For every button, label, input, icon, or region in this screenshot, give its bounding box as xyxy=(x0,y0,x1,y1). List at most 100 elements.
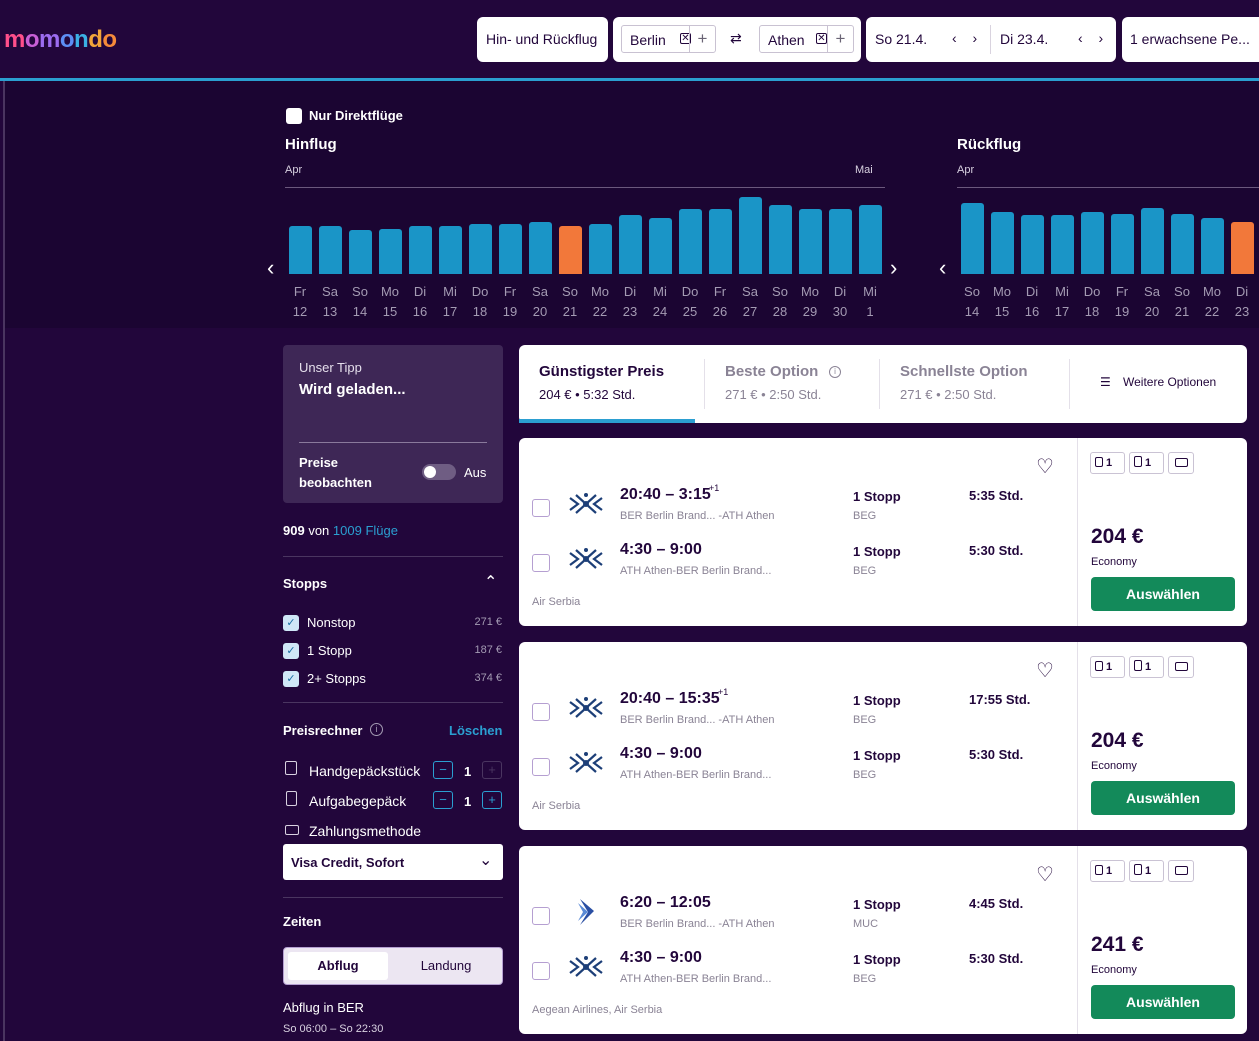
price-bar-18[interactable] xyxy=(469,224,492,274)
stop-filter-checkbox[interactable]: ✓ xyxy=(283,615,299,631)
checked-bag-label: Aufgabegepäck xyxy=(309,793,407,809)
return-date[interactable]: Di 23.4. xyxy=(1000,31,1048,47)
stop-filter-checkbox[interactable]: ✓ xyxy=(283,671,299,687)
checked-bag-icon[interactable]: 1 xyxy=(1129,656,1164,678)
flight-result-card[interactable]: 20:40 – 3:15 +1 BER Berlin Brand... -ATH A… xyxy=(519,438,1247,626)
checked-bag-icon[interactable]: 1 xyxy=(1129,860,1164,882)
remove-destination-icon[interactable]: ✕ xyxy=(816,33,827,44)
price-bar-13[interactable] xyxy=(319,226,342,274)
checked-bag-icon[interactable]: 1 xyxy=(1129,452,1164,474)
price-bar-12[interactable] xyxy=(289,226,312,274)
price-bar-21[interactable] xyxy=(1171,214,1194,274)
momondo-logo[interactable]: momondo xyxy=(4,26,117,54)
passengers-select[interactable]: 1 erwachsene Pe... xyxy=(1122,17,1259,62)
price-bar-16[interactable] xyxy=(1021,215,1044,274)
compare-checkbox[interactable] xyxy=(532,554,550,572)
day-number-label: 13 xyxy=(322,304,338,319)
count-total-link[interactable]: 1009 Flüge xyxy=(333,523,398,538)
flight-result-card[interactable]: 20:40 – 15:35 +1 BER Berlin Brand... -ATH … xyxy=(519,642,1247,830)
airline-logo xyxy=(566,544,606,574)
payment-select[interactable]: Visa Credit, Sofort ⌄ xyxy=(283,844,503,880)
return-date-nav-icon[interactable]: ‹ › xyxy=(1078,30,1109,46)
carry-on-decrement[interactable]: − xyxy=(433,761,453,779)
inbound-prev-icon[interactable]: ‹ xyxy=(939,255,946,281)
price-bar-14[interactable] xyxy=(961,203,984,274)
price-bar-14[interactable] xyxy=(349,230,372,274)
origin-chip[interactable]: Berlin ✕ + xyxy=(621,25,716,53)
price-watch-toggle[interactable] xyxy=(422,464,456,480)
payment-card-icon[interactable] xyxy=(1168,656,1194,678)
add-destination-icon[interactable]: + xyxy=(827,26,853,52)
active-tab-indicator xyxy=(519,419,695,423)
price-bar-19[interactable] xyxy=(499,224,522,274)
price-bar-24[interactable] xyxy=(649,218,672,274)
carry-on-bag-icon[interactable]: 1 xyxy=(1090,656,1125,678)
select-button[interactable]: Auswählen xyxy=(1091,781,1235,815)
price-bar-19[interactable] xyxy=(1111,214,1134,274)
direct-only-checkbox[interactable] xyxy=(286,108,302,124)
compare-checkbox[interactable] xyxy=(532,907,550,925)
compare-checkbox[interactable] xyxy=(532,758,550,776)
trip-type-label: Hin- und Rückflug xyxy=(486,31,598,47)
price-bar-16[interactable] xyxy=(409,226,432,274)
price-bar-30[interactable] xyxy=(829,209,852,274)
price-bar-17[interactable] xyxy=(439,226,462,274)
select-button[interactable]: Auswählen xyxy=(1091,577,1235,611)
trip-type-select[interactable]: Hin- und Rückflug xyxy=(477,17,608,62)
stop-filter-checkbox[interactable]: ✓ xyxy=(283,643,299,659)
price-bar-20[interactable] xyxy=(1141,208,1164,274)
checked-bag-increment[interactable]: + xyxy=(482,791,502,809)
depart-date-nav-icon[interactable]: ‹ › xyxy=(952,30,983,46)
price-bar-27[interactable] xyxy=(739,197,762,274)
outbound-via: MUC xyxy=(853,918,879,930)
payment-card-icon[interactable] xyxy=(1168,452,1194,474)
price-bar-22[interactable] xyxy=(589,224,612,274)
price-bar-28[interactable] xyxy=(769,205,792,274)
price-bar-23[interactable] xyxy=(619,215,642,274)
price-bar-15[interactable] xyxy=(991,212,1014,274)
price-bar-1[interactable] xyxy=(859,205,882,274)
more-options-button[interactable]: ☰ Weitere Optionen xyxy=(1070,345,1247,423)
swap-icon[interactable]: ⇄ xyxy=(730,30,742,47)
outbound-next-icon[interactable]: › xyxy=(890,255,897,281)
favorite-heart-icon[interactable]: ♡ xyxy=(1036,658,1054,683)
price-bar-20[interactable] xyxy=(529,222,552,274)
tab-depart[interactable]: Abflug xyxy=(288,952,388,980)
price-bar-17[interactable] xyxy=(1051,215,1074,274)
price-bar-18[interactable] xyxy=(1081,212,1104,274)
outbound-via: BEG xyxy=(853,510,877,522)
sort-fastest-tab[interactable]: Schnellste Option 271 € • 2:50 Std. xyxy=(880,345,1069,423)
depart-date[interactable]: So 21.4. xyxy=(875,31,927,47)
collapse-stops-icon[interactable]: ⌃ xyxy=(484,572,497,592)
price-bar-23[interactable] xyxy=(1231,222,1254,274)
price-bar-15[interactable] xyxy=(379,229,402,274)
info-icon[interactable]: i xyxy=(829,366,841,378)
price-bar-25[interactable] xyxy=(679,209,702,274)
checked-bag-decrement[interactable]: − xyxy=(433,791,453,809)
price-bar-29[interactable] xyxy=(799,209,822,274)
sort-cheapest-tab[interactable]: Günstigster Preis 204 € • 5:32 Std. xyxy=(519,345,695,423)
calculator-clear-link[interactable]: Löschen xyxy=(449,723,502,738)
price-bar-21[interactable] xyxy=(559,226,582,274)
day-of-week-label: Di xyxy=(623,284,637,299)
carry-on-bag-icon[interactable]: 1 xyxy=(1090,452,1125,474)
carry-on-increment[interactable]: + xyxy=(482,761,502,779)
outbound-prev-icon[interactable]: ‹ xyxy=(267,255,274,281)
carry-on-bag-icon[interactable]: 1 xyxy=(1090,860,1125,882)
destination-chip[interactable]: Athen ✕ + xyxy=(759,25,854,53)
info-icon[interactable]: i xyxy=(370,723,383,736)
price-bar-22[interactable] xyxy=(1201,218,1224,274)
compare-checkbox[interactable] xyxy=(532,962,550,980)
sort-best-tab[interactable]: Beste Option i 271 € • 2:50 Std. xyxy=(705,345,879,423)
favorite-heart-icon[interactable]: ♡ xyxy=(1036,454,1054,479)
price-bar-26[interactable] xyxy=(709,209,732,274)
tab-land[interactable]: Landung xyxy=(394,952,498,980)
inbound-axis xyxy=(957,187,1259,188)
add-origin-icon[interactable]: + xyxy=(689,26,715,52)
select-button[interactable]: Auswählen xyxy=(1091,985,1235,1019)
compare-checkbox[interactable] xyxy=(532,499,550,517)
compare-checkbox[interactable] xyxy=(532,703,550,721)
payment-card-icon[interactable] xyxy=(1168,860,1194,882)
favorite-heart-icon[interactable]: ♡ xyxy=(1036,862,1054,887)
flight-result-card[interactable]: 6:20 – 12:05 BER Berlin Brand... -ATH Ath… xyxy=(519,846,1247,1034)
